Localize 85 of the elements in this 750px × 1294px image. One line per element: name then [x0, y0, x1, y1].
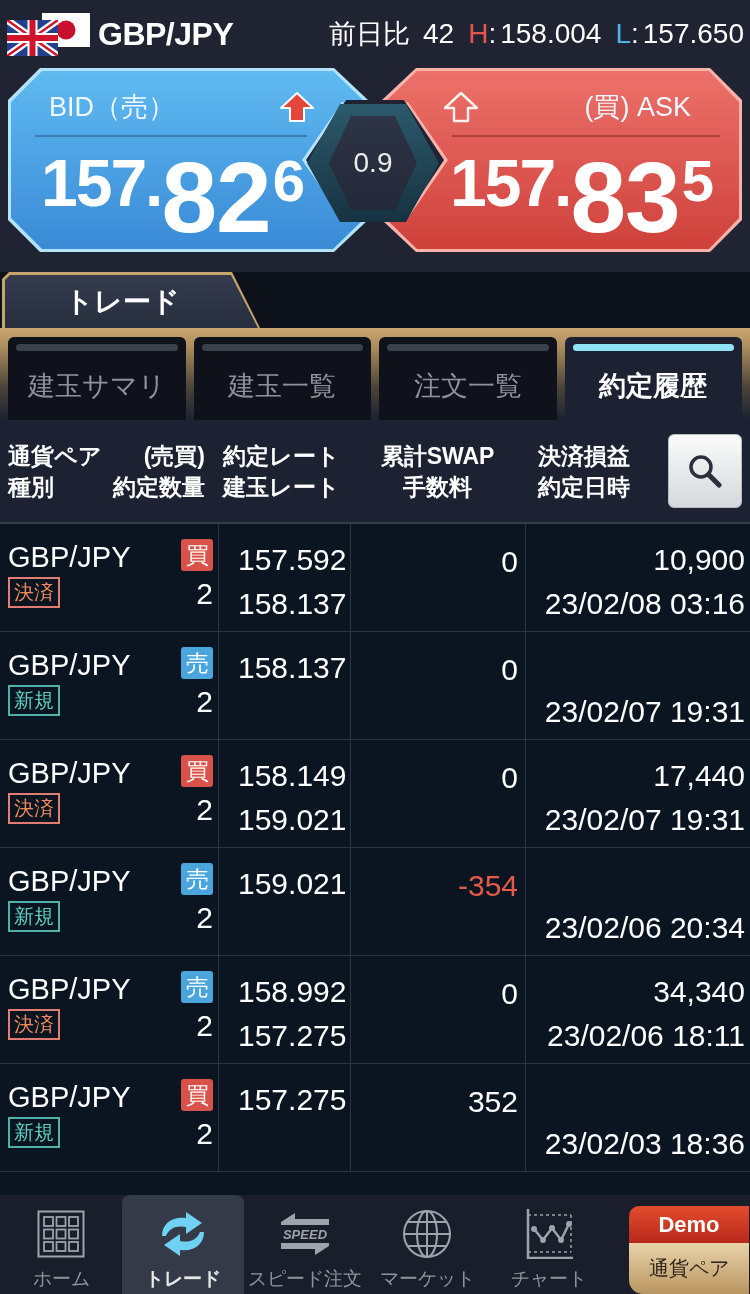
execution-time: 23/02/03 18:36 — [544, 1126, 745, 1162]
nav-tab[interactable]: マーケット — [366, 1195, 488, 1294]
nav-tab[interactable]: SPEED スピード注文 — [244, 1195, 366, 1294]
profit-value: 17,440 — [653, 758, 745, 794]
execution-time: 23/02/08 03:16 — [544, 586, 745, 622]
currency-pair: GBP/JPY — [8, 648, 131, 683]
quantity: 2 — [196, 576, 213, 612]
demo-label: Demo — [629, 1206, 749, 1243]
position-rate: 159.021 — [238, 802, 348, 838]
execution-time: 23/02/06 18:11 — [547, 1018, 745, 1054]
currency-pair: GBP/JPY — [8, 756, 131, 791]
uk-flag-icon — [7, 19, 58, 56]
column-header: 約定日時 — [538, 472, 631, 501]
swap-value: 0 — [501, 760, 518, 796]
change-value: 42 — [423, 18, 455, 50]
column-header: 建玉レート — [223, 472, 341, 501]
swap-value: -354 — [457, 868, 518, 904]
position-rate: 158.137 — [238, 586, 348, 622]
grid-icon — [37, 1210, 85, 1258]
execution-time: 23/02/07 19:31 — [544, 802, 745, 838]
swap-value: 0 — [501, 652, 518, 688]
line-chart-icon — [525, 1209, 573, 1259]
execution-rate: 159.021 — [238, 866, 348, 902]
profit-value: 10,900 — [653, 542, 745, 578]
profit-value: 34,340 — [653, 974, 745, 1010]
change-label: 前日比 — [329, 18, 411, 51]
side-tag: 買 — [181, 755, 213, 787]
search-button[interactable] — [668, 434, 742, 508]
low-label: L: — [615, 18, 639, 50]
currency-pair: GBP/JPY — [8, 864, 131, 899]
currency-pair: GBP/JPY — [8, 1080, 131, 1115]
column-header: (売買) — [143, 441, 205, 470]
tab[interactable]: 注文一覧 — [379, 337, 557, 420]
execution-rate: 158.149 — [238, 758, 348, 794]
side-tag: 買 — [181, 539, 213, 571]
column-header: 通貨ペア — [8, 441, 103, 470]
ask-label: (買) ASK — [584, 91, 691, 124]
swap-value: 0 — [501, 976, 518, 1012]
position-rate: 157.275 — [238, 1018, 348, 1054]
trade-type-tag: 新規 — [8, 1117, 60, 1148]
high-value: 158.004 — [500, 18, 602, 50]
column-header: 決済損益 — [538, 441, 631, 470]
globe-icon — [402, 1209, 452, 1259]
currency-pair-title: GBP/JPY — [98, 15, 234, 53]
quantity: 2 — [196, 1116, 213, 1152]
execution-rate: 157.592 — [238, 542, 348, 578]
low-value: 157.650 — [642, 18, 744, 50]
trade-type-tag: 決済 — [8, 577, 60, 608]
execution-time: 23/02/07 19:31 — [544, 694, 745, 730]
tab[interactable]: 建玉一覧 — [193, 337, 371, 420]
column-header: 約定数量 — [113, 472, 205, 501]
quantity: 2 — [196, 900, 213, 936]
side-tag: 売 — [181, 647, 213, 679]
column-header: 種別 — [8, 472, 55, 501]
side-tag: 買 — [181, 1079, 213, 1111]
nav-tab[interactable]: チャート — [488, 1195, 610, 1294]
currency-pair: GBP/JPY — [8, 972, 131, 1007]
column-header: 手数料 — [403, 472, 472, 501]
swap-value: 352 — [467, 1084, 518, 1120]
quantity: 2 — [196, 1008, 213, 1044]
trade-type-tag: 新規 — [8, 685, 60, 716]
currency-pair: GBP/JPY — [8, 540, 131, 575]
bid-label: BID（売） — [49, 91, 175, 124]
swap-value: 0 — [501, 544, 518, 580]
trade-type-tag: 新規 — [8, 901, 60, 932]
execution-time: 23/02/06 20:34 — [544, 910, 745, 946]
column-header: 約定レート — [223, 441, 341, 470]
execution-rate: 157.275 — [238, 1082, 348, 1118]
trade-type-tag: 決済 — [8, 793, 60, 824]
nav-tab[interactable]: ホーム — [0, 1195, 122, 1294]
quantity: 2 — [196, 684, 213, 720]
column-header: 累計SWAP — [380, 441, 495, 470]
nav-tab[interactable]: トレード — [122, 1195, 244, 1294]
side-tag: 売 — [181, 971, 213, 1003]
execution-rate: 158.992 — [238, 974, 348, 1010]
search-icon — [688, 454, 722, 488]
quantity: 2 — [196, 792, 213, 828]
trade-section-tab[interactable]: トレード — [2, 272, 260, 328]
currency-pair-button[interactable]: 通貨ペア — [629, 1243, 749, 1294]
tab[interactable]: 約定履歴 — [564, 337, 742, 420]
execution-rate: 158.137 — [238, 650, 348, 686]
trade-type-tag: 決済 — [8, 1009, 60, 1040]
high-label: H: — [468, 18, 497, 50]
tab[interactable]: 建玉サマリ — [8, 337, 186, 420]
side-tag: 売 — [181, 863, 213, 895]
